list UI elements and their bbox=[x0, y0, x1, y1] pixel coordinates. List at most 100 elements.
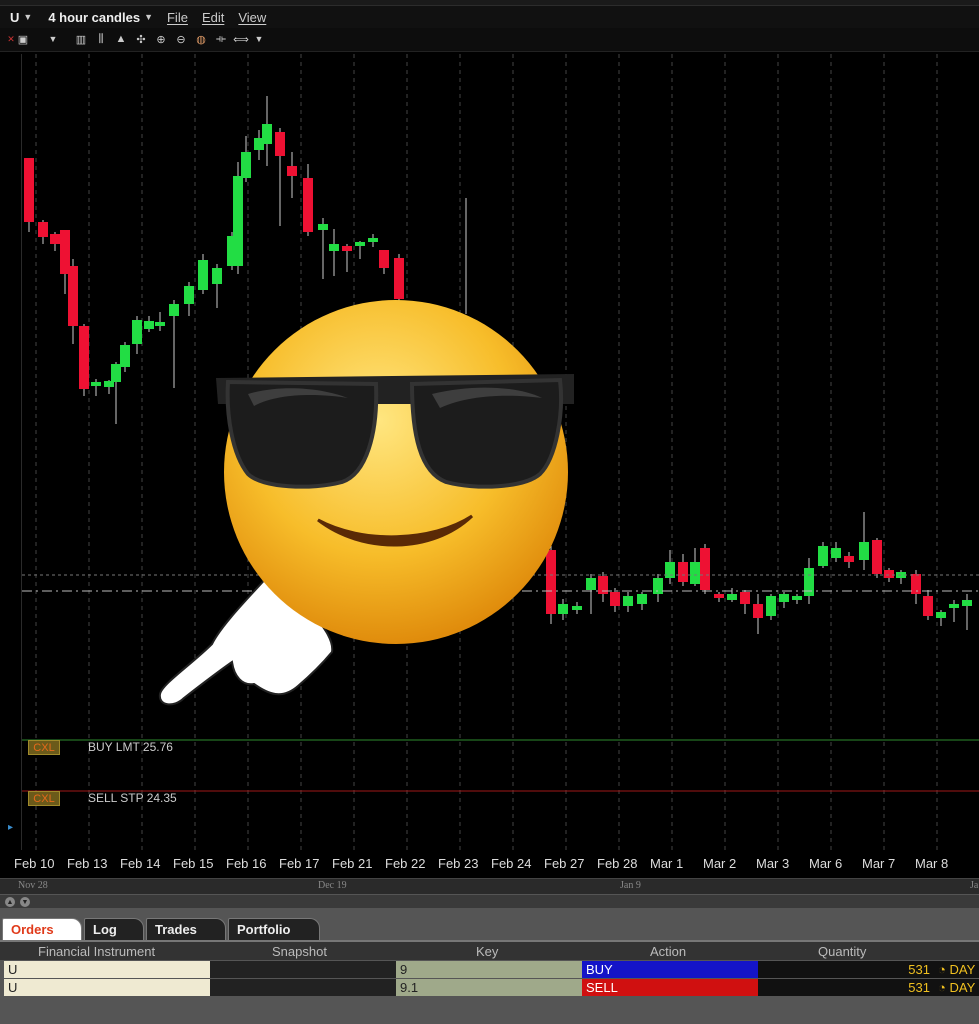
buy-order-label[interactable]: BUY LMT 25.76 bbox=[88, 740, 173, 754]
candle-body bbox=[198, 260, 208, 290]
orders-panel: Orders Log Trades Portfolio Financial In… bbox=[0, 908, 979, 1024]
expand-icon[interactable]: ⟛ bbox=[214, 32, 228, 46]
key-cell[interactable]: 9 bbox=[396, 961, 582, 978]
tab-log[interactable]: Log bbox=[84, 918, 144, 940]
chevron-down-icon[interactable]: ▼ bbox=[252, 32, 266, 46]
menu-view[interactable]: View bbox=[238, 10, 266, 25]
x-tick-label: Feb 27 bbox=[544, 856, 585, 871]
candle bbox=[740, 590, 750, 614]
x-axis: Feb 10 Feb 13 Feb 14 Feb 15 Feb 16 Feb 17 Feb … bbox=[14, 850, 979, 878]
chevron-down-icon[interactable]: ▼ bbox=[46, 32, 60, 46]
candle-body bbox=[831, 548, 841, 558]
candle bbox=[287, 152, 297, 198]
symbol-selector[interactable]: U bbox=[10, 10, 19, 25]
column-header[interactable]: Quantity bbox=[818, 944, 866, 959]
candle bbox=[653, 574, 663, 602]
x-tick-label: Feb 21 bbox=[332, 856, 373, 871]
zoom-in-icon[interactable]: ⊕ bbox=[154, 32, 168, 46]
x-tick-label: Feb 15 bbox=[173, 856, 214, 871]
candle bbox=[262, 96, 272, 166]
candle bbox=[896, 570, 906, 584]
column-header[interactable]: Action bbox=[650, 944, 686, 959]
x-tick-label: Mar 6 bbox=[809, 856, 843, 871]
candle-body bbox=[546, 550, 556, 614]
table-row[interactable]: U 9.1 SELL 531 ◔ DAY bbox=[0, 979, 979, 996]
candle-body bbox=[962, 600, 972, 606]
candle-body bbox=[766, 596, 776, 616]
chevron-down-icon[interactable]: ▼ bbox=[23, 12, 32, 22]
menu-edit[interactable]: Edit bbox=[202, 10, 224, 25]
scroll-down-icon[interactable]: ▼ bbox=[20, 897, 30, 907]
candle bbox=[623, 592, 633, 612]
instrument-cell[interactable]: U bbox=[4, 961, 210, 978]
chart-navigator[interactable]: Nov 28 Dec 19 Jan 9 Ja bbox=[0, 878, 979, 894]
tab-orders[interactable]: Orders bbox=[2, 918, 82, 940]
snapshot-cell[interactable] bbox=[210, 961, 396, 978]
candle-body bbox=[872, 540, 882, 574]
candle bbox=[818, 542, 828, 568]
x-tick-label: Feb 23 bbox=[438, 856, 479, 871]
menu-file[interactable]: File bbox=[167, 10, 188, 25]
key-cell[interactable]: 9.1 bbox=[396, 979, 582, 996]
candle bbox=[184, 282, 194, 316]
candle bbox=[962, 594, 972, 630]
candle bbox=[872, 538, 882, 578]
x-tick-label: Feb 14 bbox=[120, 856, 161, 871]
candle bbox=[637, 592, 647, 610]
column-header[interactable]: Snapshot bbox=[272, 944, 327, 959]
candle bbox=[779, 592, 789, 608]
tif-cell[interactable]: ◔ DAY bbox=[934, 961, 979, 978]
candle-icon[interactable]: ⫼ bbox=[94, 32, 108, 46]
tif-cell[interactable]: ◔ DAY bbox=[934, 979, 979, 996]
tab-trades[interactable]: Trades bbox=[146, 918, 226, 940]
panel-tabs: Orders Log Trades Portfolio bbox=[0, 918, 979, 940]
sell-order-label[interactable]: SELL STP 24.35 bbox=[88, 791, 177, 805]
action-cell[interactable]: SELL bbox=[582, 979, 758, 996]
area-chart-icon[interactable]: ▲ bbox=[114, 32, 128, 46]
candle-body bbox=[653, 578, 663, 594]
globe-icon[interactable]: ◍ bbox=[194, 32, 208, 46]
table-row[interactable]: U 9 BUY 531 ◔ DAY bbox=[0, 961, 979, 978]
candle-body bbox=[714, 594, 724, 598]
candle-body bbox=[558, 604, 568, 614]
quantity-cell[interactable]: 531 bbox=[758, 979, 934, 996]
candle-body bbox=[24, 158, 34, 222]
tif-label: DAY bbox=[949, 962, 976, 977]
column-header[interactable]: Financial Instrument bbox=[38, 944, 155, 959]
candle bbox=[546, 546, 556, 624]
chart-menubar: U ▼ 4 hour candles ▼ File Edit View bbox=[0, 6, 979, 28]
candle-body bbox=[155, 322, 165, 326]
candle bbox=[379, 250, 389, 274]
cancel-sell-order-button[interactable]: CXL bbox=[28, 791, 60, 806]
price-chart[interactable]: CXL BUY LMT 25.76 CXL SELL STP 24.35 bbox=[22, 54, 979, 850]
bar-chart-icon[interactable]: ▥ bbox=[74, 32, 88, 46]
x-tick-label: Feb 17 bbox=[279, 856, 320, 871]
chevron-down-icon[interactable]: ▼ bbox=[144, 12, 153, 22]
candle bbox=[355, 241, 365, 259]
scroll-up-icon[interactable]: ▲ bbox=[5, 897, 15, 907]
candle bbox=[368, 234, 378, 247]
crosshair-icon[interactable]: ✣ bbox=[134, 32, 148, 46]
candle bbox=[132, 316, 142, 354]
candle-body bbox=[623, 596, 633, 606]
compress-icon[interactable]: ⟺ bbox=[233, 32, 249, 46]
snapshot-cell[interactable] bbox=[210, 979, 396, 996]
chart-scrollbar[interactable]: ▲ ▼ bbox=[0, 894, 979, 908]
instrument-cell[interactable]: U bbox=[4, 979, 210, 996]
bar-size-selector[interactable]: 4 hour candles bbox=[48, 10, 140, 25]
candle bbox=[923, 590, 933, 620]
action-cell[interactable]: BUY bbox=[582, 961, 758, 978]
candle-body bbox=[241, 152, 251, 178]
candle-chart-svg bbox=[22, 54, 979, 850]
x-tick-label: Feb 24 bbox=[491, 856, 532, 871]
candle-body bbox=[923, 596, 933, 616]
candle-body bbox=[637, 594, 647, 604]
candle-body bbox=[665, 562, 675, 578]
chart-type-icon[interactable]: ▣ bbox=[16, 32, 30, 46]
cancel-buy-order-button[interactable]: CXL bbox=[28, 740, 60, 755]
clock-icon: ◔ bbox=[938, 962, 946, 977]
column-header[interactable]: Key bbox=[476, 944, 498, 959]
tab-portfolio[interactable]: Portfolio bbox=[228, 918, 320, 940]
zoom-out-icon[interactable]: ⊖ bbox=[174, 32, 188, 46]
quantity-cell[interactable]: 531 bbox=[758, 961, 934, 978]
